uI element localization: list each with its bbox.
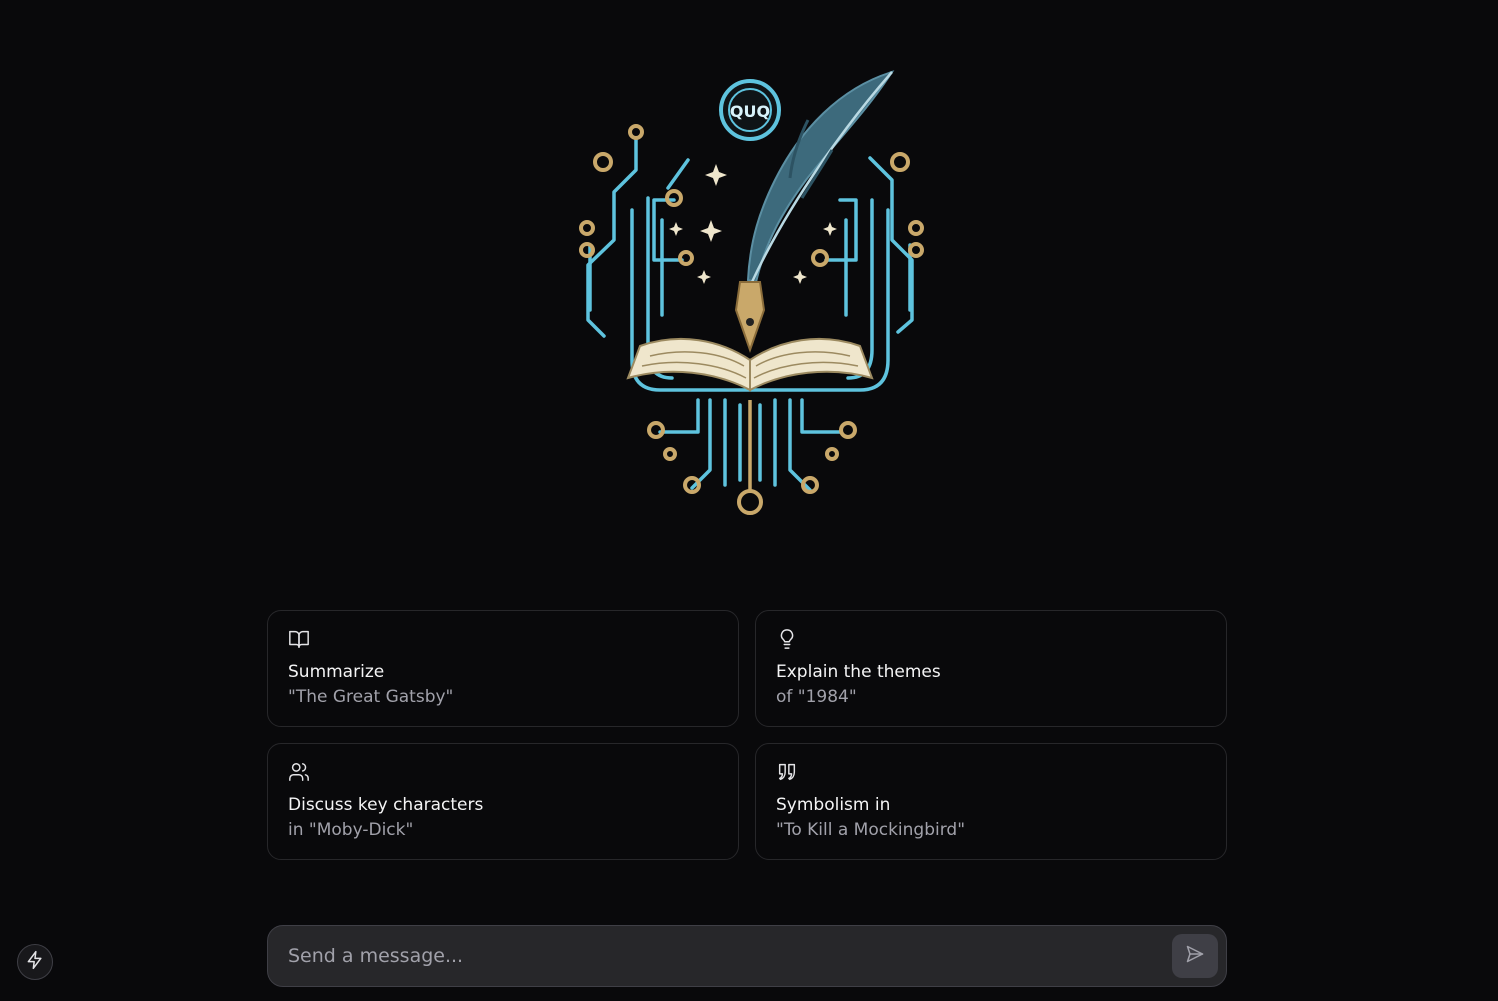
quote-icon (776, 761, 798, 783)
book-quill-circuit-logo: QUQ (579, 70, 924, 515)
bolt-button[interactable] (17, 944, 53, 980)
book-open-icon (288, 628, 310, 650)
suggestion-subtitle: in "Moby-Dick" (288, 820, 414, 840)
suggestion-title: Explain the themes (776, 662, 941, 682)
lightbulb-icon (776, 628, 798, 650)
suggestion-grid: Summarize "The Great Gatsby" Explain the… (267, 610, 1227, 860)
send-button[interactable] (1172, 934, 1218, 978)
suggestion-title: Symbolism in (776, 795, 891, 815)
send-icon (1185, 944, 1205, 968)
suggestion-card-characters[interactable]: Discuss key characters in "Moby-Dick" (267, 743, 739, 860)
suggestion-subtitle: "The Great Gatsby" (288, 687, 454, 707)
suggestion-subtitle: "To Kill a Mockingbird" (776, 820, 966, 840)
bolt-icon (25, 950, 45, 974)
suggestion-title: Summarize (288, 662, 385, 682)
message-composer (267, 925, 1227, 987)
chat-page: QUQ Summarize "The Great Gatsby" Explain… (0, 0, 1498, 1001)
users-icon (288, 761, 310, 783)
message-input[interactable] (288, 926, 1148, 986)
suggestion-card-symbolism[interactable]: Symbolism in "To Kill a Mockingbird" (755, 743, 1227, 860)
suggestion-card-themes[interactable]: Explain the themes of "1984" (755, 610, 1227, 727)
suggestion-title: Discuss key characters (288, 795, 484, 815)
logo-badge-text: QUQ (730, 102, 770, 121)
suggestion-card-summarize[interactable]: Summarize "The Great Gatsby" (267, 610, 739, 727)
suggestion-subtitle: of "1984" (776, 687, 857, 707)
